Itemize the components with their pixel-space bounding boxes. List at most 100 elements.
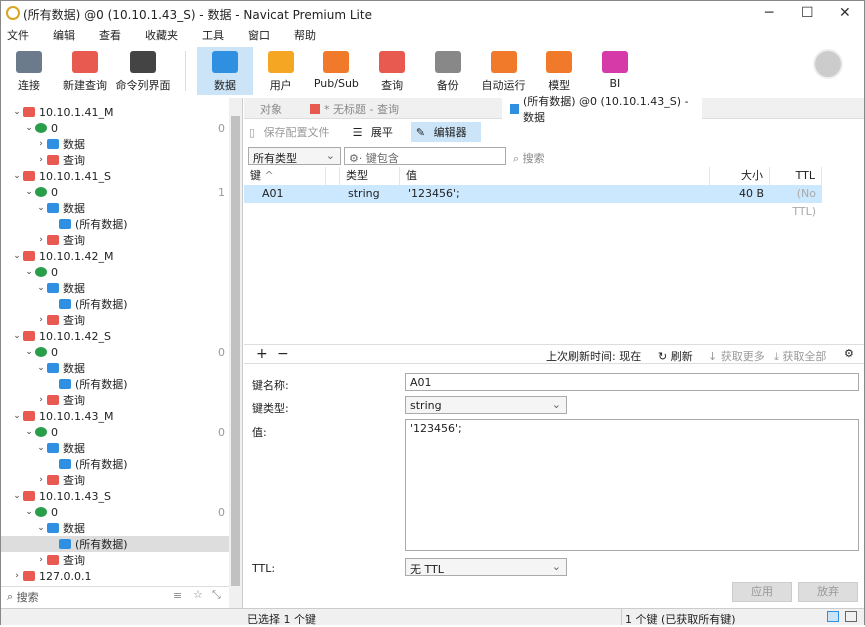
chevron-down-icon[interactable]: ⌄	[11, 251, 23, 261]
apply-button[interactable]: 应用	[732, 582, 792, 602]
chevron-right-icon[interactable]: ›	[35, 235, 47, 245]
tab-untitled-query[interactable]: * 无标题 - 查询	[302, 98, 502, 119]
menu-item[interactable]: 文件	[1, 27, 39, 45]
tree-item-query[interactable]: ›查询	[1, 392, 229, 408]
tree-item-server[interactable]: ⌄10.10.1.42_S	[1, 328, 229, 344]
gear-icon[interactable]: ⚙	[844, 347, 854, 360]
tree-item-data[interactable]: ›数据	[1, 136, 229, 152]
toolbar-button-4[interactable]: 用户	[253, 47, 309, 95]
chevron-down-icon[interactable]: ⌄	[11, 171, 23, 181]
menu-item[interactable]: 工具	[196, 27, 234, 45]
tree-item-data[interactable]: (所有数据)	[1, 456, 229, 472]
toolbar-button-3[interactable]: 数据	[197, 47, 253, 95]
chevron-down-icon[interactable]: ⌄	[23, 187, 35, 197]
tree-item-data[interactable]: (所有数据)	[1, 536, 229, 552]
table-row[interactable]: A01 string '123456'; 40 B (No TTL)	[244, 185, 822, 203]
tree-item-query[interactable]: ›查询	[1, 312, 229, 328]
avatar[interactable]	[813, 49, 843, 79]
key-name-input[interactable]: A01	[405, 373, 859, 391]
save-profile-button[interactable]: ▯ 保存配置文件	[244, 122, 344, 142]
menu-item[interactable]: 帮助	[288, 27, 326, 45]
menu-item[interactable]: 编辑	[47, 27, 85, 45]
layout-toggle-icon[interactable]	[827, 611, 839, 622]
search-button[interactable]: ⌕ 搜索	[513, 150, 545, 166]
layout-split-icon[interactable]	[845, 611, 857, 622]
chevron-down-icon[interactable]: ⌄	[35, 363, 47, 373]
toolbar-button-2[interactable]: 命令列界面	[115, 47, 171, 95]
chevron-right-icon[interactable]: ›	[11, 571, 23, 581]
chevron-down-icon[interactable]: ⌄	[11, 411, 23, 421]
minimize-button[interactable]: ─	[765, 5, 773, 21]
tree-item-server[interactable]: ›127.0.0.1	[1, 568, 229, 584]
delete-key-button[interactable]: −	[277, 346, 289, 362]
chevron-down-icon[interactable]: ⌄	[23, 123, 35, 133]
tree-scrollbar[interactable]	[229, 98, 242, 608]
column-size[interactable]: 大小	[710, 167, 770, 185]
tab-objects[interactable]: 对象	[252, 98, 302, 119]
toolbar-button-10[interactable]: BI	[587, 47, 643, 95]
flatten-button[interactable]: ☰ 展平	[348, 122, 407, 142]
toolbar-button-8[interactable]: 自动运行	[476, 47, 532, 95]
chevron-right-icon[interactable]: ›	[35, 139, 47, 149]
chevron-down-icon[interactable]: ⌄	[23, 507, 35, 517]
close-button[interactable]: ✕	[839, 5, 851, 21]
toolbar-button-9[interactable]: 模型	[531, 47, 587, 95]
tree-item-query[interactable]: ›查询	[1, 552, 229, 568]
column-ttl[interactable]: TTL	[770, 167, 822, 185]
chevron-down-icon[interactable]: ⌄	[23, 267, 35, 277]
chevron-down-icon[interactable]: ⌄	[35, 283, 47, 293]
tree-item-db[interactable]: ⌄01	[1, 184, 229, 200]
fetch-all-button[interactable]: ⤓ 获取全部	[774, 348, 826, 364]
column-key[interactable]: 键 ^	[244, 167, 326, 185]
menu-item[interactable]: 查看	[93, 27, 131, 45]
type-filter-select[interactable]: 所有类型⌄	[248, 147, 341, 165]
menu-item[interactable]: 窗口	[242, 27, 280, 45]
tree-item-data[interactable]: (所有数据)	[1, 376, 229, 392]
star-icon[interactable]: ☆	[193, 588, 203, 601]
chevron-down-icon[interactable]: ⌄	[35, 523, 47, 533]
tree-item-db[interactable]: ⌄00	[1, 120, 229, 136]
chevron-down-icon[interactable]: ⌄	[35, 443, 47, 453]
chevron-right-icon[interactable]: ›	[35, 475, 47, 485]
chevron-down-icon[interactable]: ⌄	[11, 491, 23, 501]
chevron-down-icon[interactable]: ⌄	[11, 107, 23, 117]
tree-item-data[interactable]: ⌄数据	[1, 360, 229, 376]
tree-item-server[interactable]: ⌄10.10.1.43_M	[1, 408, 229, 424]
toolbar-button-1[interactable]: 新建查询	[57, 47, 113, 95]
tree-item-data[interactable]: ⌄数据	[1, 440, 229, 456]
tree-item-server[interactable]: ⌄10.10.1.43_S	[1, 488, 229, 504]
filter-icon[interactable]: ≡	[173, 589, 182, 602]
chevron-down-icon[interactable]: ⌄	[23, 427, 35, 437]
tree-item-data[interactable]: ⌄数据	[1, 200, 229, 216]
column-type[interactable]: 类型	[340, 167, 400, 185]
column-value[interactable]: 值	[400, 167, 710, 185]
tree-item-query[interactable]: ›查询	[1, 152, 229, 168]
tree-item-data[interactable]: ⌄数据	[1, 520, 229, 536]
tree-search[interactable]: ⌕ 搜索 ≡ ☆ ⤡	[1, 586, 229, 606]
chevron-right-icon[interactable]: ›	[35, 555, 47, 565]
tree-item-data[interactable]: (所有数据)	[1, 296, 229, 312]
chevron-down-icon[interactable]: ⌄	[35, 203, 47, 213]
value-textarea[interactable]: '123456';	[405, 419, 859, 551]
tree-item-db[interactable]: ⌄00	[1, 504, 229, 520]
editor-button[interactable]: ✎ 编辑器	[411, 122, 481, 142]
maximize-button[interactable]: ☐	[801, 5, 814, 21]
tree-item-server[interactable]: ⌄10.10.1.42_M	[1, 248, 229, 264]
tree-item-data[interactable]: ⌄数据	[1, 280, 229, 296]
toolbar-button-7[interactable]: 备份	[420, 47, 476, 95]
toolbar-button-0[interactable]: 连接	[1, 47, 57, 95]
chevron-down-icon[interactable]: ⌄	[11, 331, 23, 341]
collapse-icon[interactable]: ⤡	[212, 588, 221, 602]
chevron-right-icon[interactable]: ›	[35, 155, 47, 165]
refresh-button[interactable]: ↻ 刷新	[658, 348, 693, 364]
chevron-down-icon[interactable]: ⌄	[23, 347, 35, 357]
tree-item-db[interactable]: ⌄00	[1, 344, 229, 360]
tab-all-data[interactable]: (所有数据) @0 (10.10.1.43_S) - 数据	[502, 98, 702, 119]
tree-item-query[interactable]: ›查询	[1, 472, 229, 488]
search-input[interactable]: 搜索	[17, 589, 39, 605]
tree-item-db[interactable]: ⌄0	[1, 264, 229, 280]
ttl-select[interactable]: 无 TTL⌄	[405, 558, 567, 576]
chevron-right-icon[interactable]: ›	[35, 315, 47, 325]
chevron-right-icon[interactable]: ›	[35, 395, 47, 405]
tree-item-query[interactable]: ›查询	[1, 232, 229, 248]
